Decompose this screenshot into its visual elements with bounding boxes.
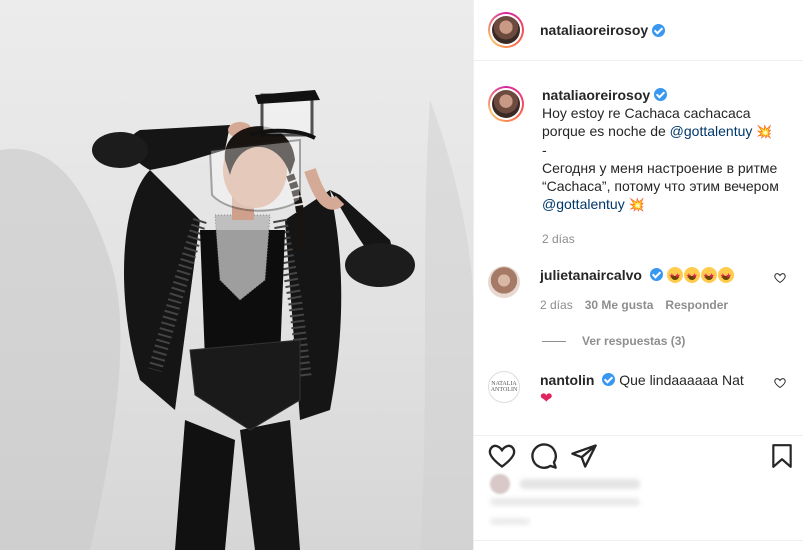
- caption-timestamp[interactable]: 2 días: [542, 230, 782, 248]
- comment-item: NATALIA ANTOLIN nantolin Que lindaaaaaa …: [488, 371, 798, 408]
- add-comment-divider: [474, 540, 803, 541]
- comments-section: nataliaoreirosoy Hoy estoy re Cachaca ca…: [474, 62, 803, 434]
- verified-badge-icon: [649, 268, 663, 281]
- post-header: nataliaoreirosoy: [474, 0, 803, 61]
- star-struck-emoji-icon: [717, 267, 734, 286]
- likes-summary[interactable]: [490, 474, 640, 494]
- view-replies-label: Ver respuestas (3): [582, 334, 686, 348]
- reply-button[interactable]: Responder: [665, 296, 728, 314]
- commenter-avatar-text: NATALIA ANTOLIN: [490, 381, 518, 393]
- post-photo[interactable]: [0, 0, 473, 550]
- author-avatar-image: [492, 16, 520, 44]
- mention-link[interactable]: @gottalentuy: [542, 196, 625, 212]
- bookmark-icon[interactable]: [769, 442, 795, 470]
- post-actions-bar: [474, 435, 803, 475]
- star-struck-emoji-icon: [700, 267, 717, 286]
- view-replies-button[interactable]: Ver respuestas (3): [542, 334, 685, 348]
- commenter-avatar[interactable]: NATALIA ANTOLIN: [488, 371, 520, 403]
- comment-text: Que lindaaaaaa Nat: [619, 372, 744, 388]
- caption-author-avatar-image: [492, 90, 520, 118]
- liker-avatar: [490, 474, 510, 494]
- comment-meta: 2 días 30 Me gusta Responder: [540, 296, 770, 314]
- caption-separator: -: [542, 142, 547, 158]
- comment-like-heart-icon[interactable]: [774, 272, 786, 284]
- post-side-panel: nataliaoreirosoy nataliaoreirosoy Hoy es…: [473, 0, 803, 550]
- post-photo-illustration: [0, 90, 473, 550]
- verified-badge-icon: [602, 373, 616, 386]
- red-heart-emoji-icon: ❤: [540, 390, 553, 407]
- paper-plane-icon[interactable]: [570, 442, 598, 470]
- comment-item: julietanaircalvo 2 días 30 Me gusta Resp…: [488, 266, 798, 314]
- author-username[interactable]: nataliaoreirosoy: [540, 22, 648, 38]
- caption-username[interactable]: nataliaoreirosoy: [542, 87, 650, 103]
- mention-link[interactable]: @gottalentuy: [670, 123, 753, 139]
- caption-author-avatar[interactable]: [488, 86, 524, 122]
- post-date-blurred: [490, 518, 530, 525]
- caption-body: nataliaoreirosoy Hoy estoy re Cachaca ca…: [542, 86, 782, 248]
- star-struck-emoji-icon: [666, 267, 683, 286]
- comment-likes[interactable]: 30 Me gusta: [585, 296, 654, 314]
- star-struck-emoji-icons: [666, 267, 735, 286]
- verified-badge-icon: [654, 88, 668, 101]
- post-caption: nataliaoreirosoy Hoy estoy re Cachaca ca…: [474, 62, 803, 248]
- heart-icon[interactable]: [488, 442, 516, 470]
- author-avatar[interactable]: [488, 12, 524, 48]
- likes-text-blurred: [520, 479, 640, 489]
- collision-emoji-icon: 💥: [628, 197, 645, 212]
- caption-text-line2: Сегодня у меня настроение в ритме “Cacha…: [542, 160, 779, 194]
- commenter-username[interactable]: nantolin: [540, 372, 594, 388]
- verified-badge-icon: [652, 23, 666, 37]
- likes-count-blurred: [490, 498, 640, 506]
- commenter-username[interactable]: julietanaircalvo: [540, 267, 642, 283]
- divider: [542, 340, 566, 342]
- comment-icon[interactable]: [530, 442, 558, 470]
- comment-like-heart-icon[interactable]: [774, 377, 786, 389]
- comment-body: julietanaircalvo 2 días 30 Me gusta Resp…: [540, 266, 770, 314]
- comment-timestamp[interactable]: 2 días: [540, 296, 573, 314]
- star-struck-emoji-icon: [683, 267, 700, 286]
- collision-emoji-icon: 💥: [756, 124, 773, 139]
- commenter-avatar[interactable]: [488, 266, 520, 298]
- comment-body: nantolin Que lindaaaaaa Nat ❤: [540, 371, 770, 408]
